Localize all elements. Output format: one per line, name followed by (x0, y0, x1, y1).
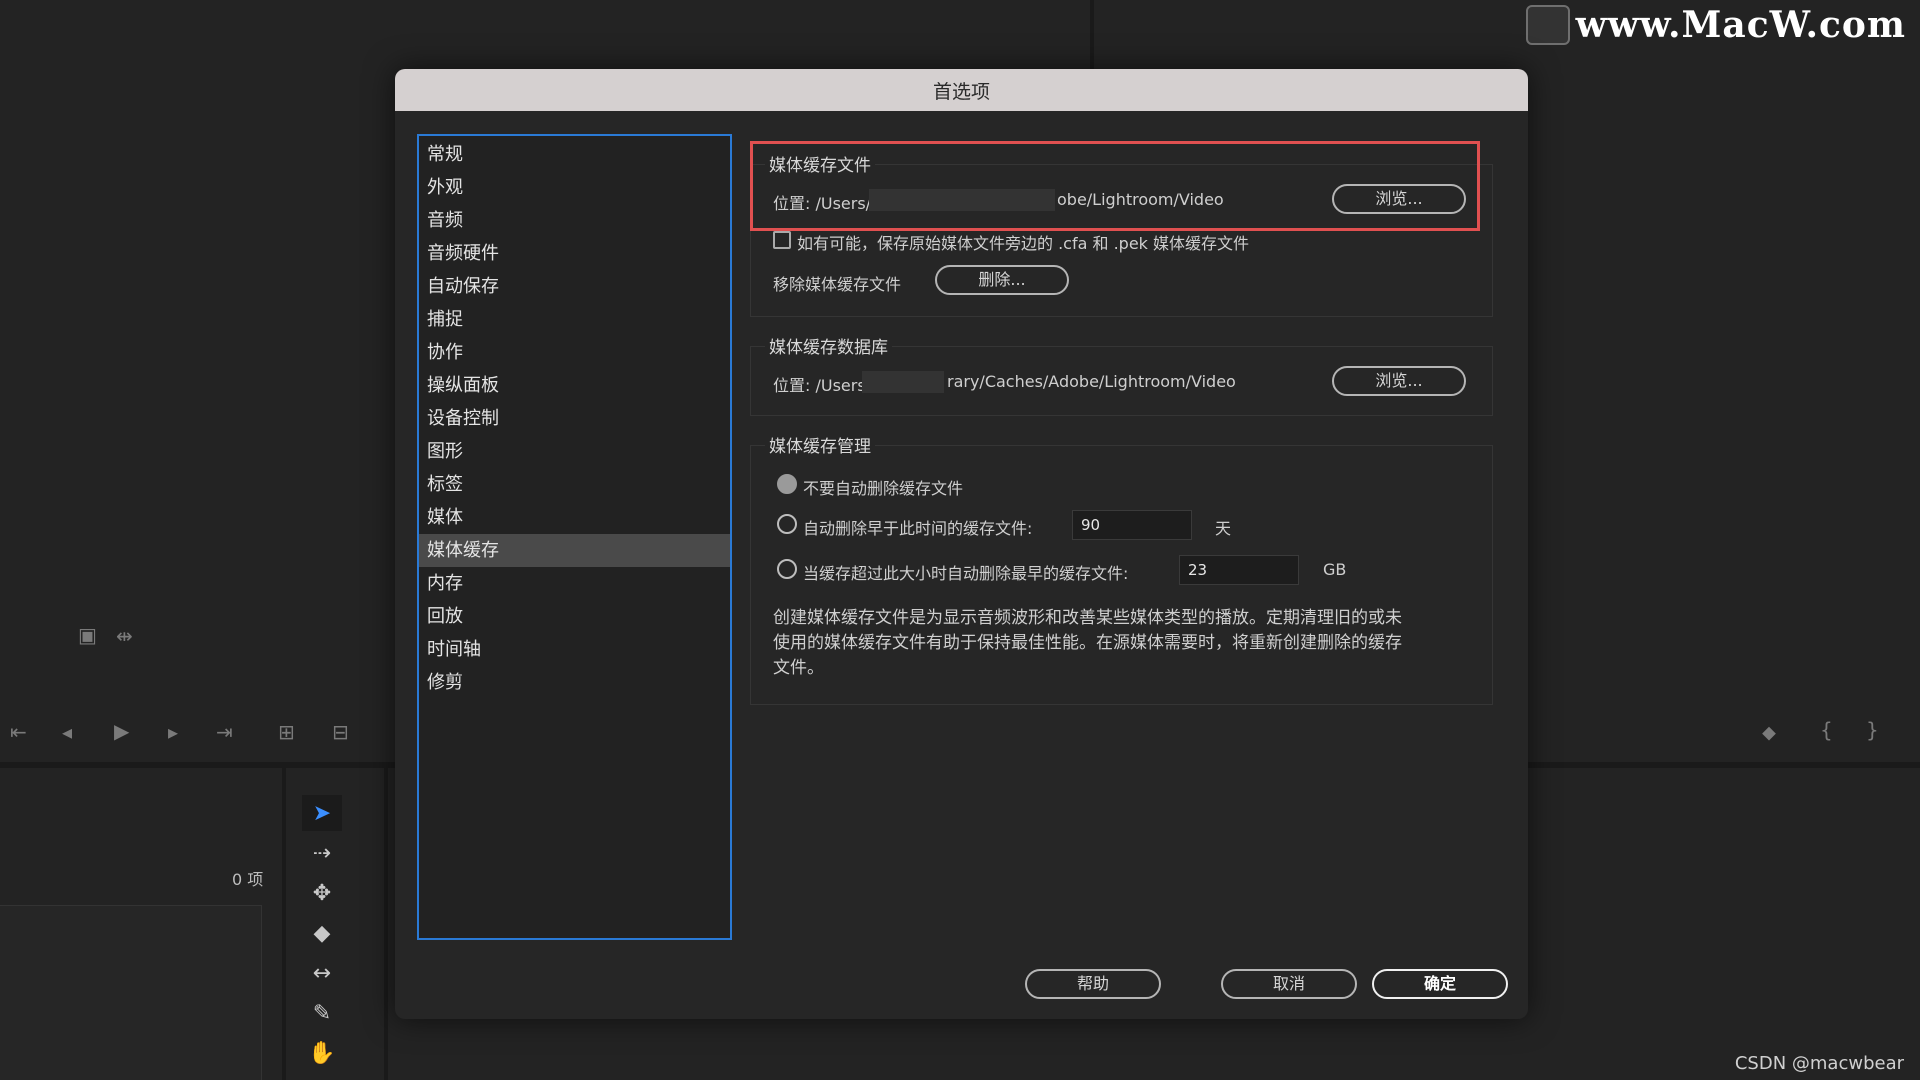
category-media[interactable]: 媒体 (419, 501, 730, 534)
step-forward-icon[interactable]: ▸ (168, 722, 178, 742)
category-control-surface[interactable]: 操纵面板 (419, 369, 730, 402)
panel-divider (282, 768, 286, 1080)
days-input[interactable] (1072, 510, 1192, 540)
credit-text: CSDN @macwbear (1734, 1053, 1904, 1074)
mark-out-icon[interactable]: } (1866, 720, 1879, 740)
category-graphics[interactable]: 图形 (419, 435, 730, 468)
cache-files-location-label: 位置: /Users/ (773, 194, 872, 213)
extract-icon[interactable]: ⊟ (332, 722, 349, 742)
mark-in-icon[interactable]: { (1820, 720, 1833, 740)
save-icon[interactable]: ▣ (78, 625, 97, 645)
remove-cache-label: 移除媒体缓存文件 (773, 275, 902, 294)
item-count: 0 项 (232, 870, 264, 889)
cache-db-browse-button[interactable]: 浏览... (1332, 366, 1466, 396)
pen-tool-icon[interactable]: ✎ (302, 995, 342, 1031)
delete-older-than-label: 自动删除早于此时间的缓存文件: (803, 519, 1033, 538)
media-cache-files-title: 媒体缓存文件 (765, 151, 875, 176)
delete-older-than-radio[interactable] (777, 514, 797, 534)
save-cache-next-to-originals-label: 如有可能，保存原始媒体文件旁边的 .cfa 和 .pek 媒体缓存文件 (797, 234, 1250, 253)
watermark-text: www.MacW.com (1575, 4, 1906, 46)
help-button[interactable]: 帮助 (1025, 969, 1161, 999)
category-labels[interactable]: 标签 (419, 468, 730, 501)
watermark: www.MacW.com (1525, 4, 1906, 46)
ripple-edit-tool-icon[interactable]: ✥ (302, 875, 342, 911)
category-playback[interactable]: 回放 (419, 600, 730, 633)
cache-files-location-tail: obe/Lightroom/Video (1057, 190, 1224, 209)
marker-icon[interactable]: ⬥ (1762, 722, 1776, 742)
media-cache-mgmt-group: 媒体缓存管理 不要自动删除缓存文件 自动删除早于此时间的缓存文件: 天 当缓存超… (750, 432, 1493, 705)
save-cache-next-to-originals-checkbox[interactable] (773, 231, 791, 249)
cache-db-location-label: 位置: /Users (773, 376, 866, 395)
cache-description: 创建媒体缓存文件是为显示音频波形和改善某些媒体类型的播放。定期清理旧的或未使用的… (773, 608, 1402, 678)
category-list: 常规 外观 音频 音频硬件 自动保存 捕捉 协作 操纵面板 设备控制 图形 标签… (417, 134, 732, 940)
razor-tool-icon[interactable]: ◆ (302, 915, 342, 951)
go-to-in-icon[interactable]: ⇤ (10, 722, 27, 742)
lift-icon[interactable]: ⊞ (278, 722, 295, 742)
track-select-tool-icon[interactable]: ⇢ (302, 835, 342, 871)
dialog-titlebar[interactable]: 首选项 (395, 69, 1528, 111)
no-auto-delete-radio[interactable] (777, 474, 797, 494)
redacted-path (869, 189, 1055, 211)
delete-over-size-radio[interactable] (777, 559, 797, 579)
category-media-cache[interactable]: 媒体缓存 (419, 534, 730, 567)
selection-tool-icon[interactable]: ➤ (302, 795, 342, 831)
category-collaboration[interactable]: 协作 (419, 336, 730, 369)
category-audio[interactable]: 音频 (419, 204, 730, 237)
media-cache-files-group: 媒体缓存文件 位置: /Users/ obe/Lightroom/Video 浏… (750, 151, 1493, 317)
cache-files-browse-button[interactable]: 浏览... (1332, 184, 1466, 214)
category-appearance[interactable]: 外观 (419, 171, 730, 204)
redacted-path (862, 371, 944, 393)
delete-over-size-label: 当缓存超过此大小时自动删除最早的缓存文件: (803, 564, 1129, 583)
preferences-dialog: 首选项 常规 外观 音频 音频硬件 自动保存 捕捉 协作 操纵面板 设备控制 图… (395, 69, 1528, 1019)
category-general[interactable]: 常规 (419, 138, 730, 171)
category-memory[interactable]: 内存 (419, 567, 730, 600)
size-unit: GB (1323, 560, 1347, 579)
hand-tool-icon[interactable]: ✋ (302, 1035, 342, 1071)
project-list-area (0, 905, 262, 1080)
category-timeline[interactable]: 时间轴 (419, 633, 730, 666)
insert-icon[interactable]: ⇹ (116, 626, 133, 646)
watermark-logo-icon (1525, 5, 1570, 45)
media-cache-db-group: 媒体缓存数据库 位置: /Users rary/Caches/Adobe/Lig… (750, 333, 1493, 416)
category-audio-hardware[interactable]: 音频硬件 (419, 237, 730, 270)
cache-db-location-tail: rary/Caches/Adobe/Lightroom/Video (947, 372, 1236, 391)
category-device-control[interactable]: 设备控制 (419, 402, 730, 435)
go-to-out-icon[interactable]: ⇥ (216, 722, 233, 742)
cancel-button[interactable]: 取消 (1221, 969, 1357, 999)
slip-tool-icon[interactable]: ↔ (302, 955, 342, 991)
dialog-title: 首选项 (932, 80, 990, 103)
delete-cache-button[interactable]: 删除... (935, 265, 1069, 295)
category-auto-save[interactable]: 自动保存 (419, 270, 730, 303)
play-icon[interactable]: ▶ (114, 721, 129, 741)
step-back-icon[interactable]: ◂ (62, 722, 72, 742)
media-cache-db-title: 媒体缓存数据库 (765, 333, 892, 358)
category-trim[interactable]: 修剪 (419, 666, 730, 699)
panel-divider (1090, 0, 1094, 69)
no-auto-delete-label: 不要自动删除缓存文件 (803, 479, 964, 498)
ok-button[interactable]: 确定 (1372, 969, 1508, 999)
days-unit: 天 (1215, 519, 1232, 538)
size-input[interactable] (1179, 555, 1299, 585)
category-capture[interactable]: 捕捉 (419, 303, 730, 336)
media-cache-mgmt-title: 媒体缓存管理 (765, 432, 875, 457)
panel-divider (384, 768, 388, 1080)
